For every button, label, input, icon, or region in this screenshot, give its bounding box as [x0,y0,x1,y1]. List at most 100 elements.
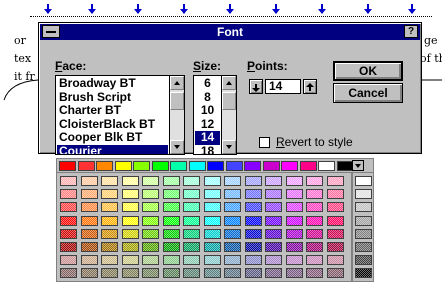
color-swatch[interactable] [96,161,113,171]
color-swatch[interactable] [60,255,77,266]
color-swatch[interactable] [203,255,221,266]
color-swatch[interactable] [101,176,118,186]
color-swatch[interactable] [244,242,262,252]
color-swatch[interactable] [207,161,224,171]
color-swatch[interactable] [306,176,323,186]
color-swatch[interactable] [265,228,282,239]
color-swatch[interactable] [326,268,344,279]
color-swatch[interactable] [306,228,323,239]
color-swatch[interactable] [224,215,241,226]
gray-swatch[interactable] [355,268,372,279]
color-swatch[interactable] [203,176,221,186]
face-list-item[interactable]: CloisterBlack BT [57,117,168,132]
color-swatch[interactable] [121,242,139,252]
color-swatch[interactable] [326,228,344,239]
color-swatch[interactable] [60,202,77,213]
color-swatch[interactable] [326,202,344,213]
color-swatch[interactable] [101,268,118,279]
help-button[interactable]: ? [404,25,418,38]
color-swatch[interactable] [142,202,159,213]
size-list-item[interactable]: 12 [195,117,220,132]
color-swatch[interactable] [285,176,303,186]
color-swatch[interactable] [285,255,303,266]
scroll-down-button[interactable] [170,140,184,154]
size-list-item[interactable]: 14 [195,130,220,145]
color-swatch[interactable] [183,202,200,213]
color-swatch[interactable] [285,268,303,279]
color-swatch[interactable] [244,215,262,226]
color-swatch[interactable] [60,189,77,200]
color-swatch[interactable] [225,161,243,171]
color-swatch[interactable] [183,228,200,239]
color-swatch[interactable] [183,255,200,266]
color-swatch[interactable] [142,215,159,226]
color-swatch[interactable] [265,255,282,266]
color-swatch[interactable] [101,215,118,226]
color-swatch[interactable] [80,215,98,226]
scroll-thumb[interactable] [170,92,184,110]
color-swatch[interactable] [203,215,221,226]
color-swatch[interactable] [60,176,77,186]
face-list-item[interactable]: Courier [57,144,168,154]
color-swatch[interactable] [183,176,200,186]
gray-swatch[interactable] [355,176,372,186]
color-swatch[interactable] [299,161,317,171]
gray-swatch[interactable] [355,228,372,239]
color-swatch[interactable] [142,176,159,186]
color-swatch[interactable] [77,161,95,171]
color-swatch[interactable] [244,202,262,213]
color-swatch[interactable] [101,202,118,213]
color-swatch[interactable] [60,268,77,279]
color-swatch[interactable] [101,228,118,239]
color-swatch[interactable] [224,255,241,266]
scroll-thumb[interactable] [222,92,236,110]
dialog-titlebar[interactable]: Font ? [40,24,420,40]
scroll-up-button[interactable] [170,76,184,90]
color-swatch[interactable] [285,228,303,239]
color-swatch[interactable] [80,268,98,279]
color-swatch[interactable] [244,189,262,200]
color-swatch[interactable] [80,202,98,213]
color-swatch[interactable] [142,268,159,279]
face-list-item[interactable]: Broadway BT [57,76,168,91]
color-swatch[interactable] [101,189,118,200]
color-swatch[interactable] [80,228,98,239]
color-swatch[interactable] [121,202,139,213]
color-swatch[interactable] [326,255,344,266]
size-scrollbar[interactable] [221,76,236,154]
face-list-item[interactable]: Cooper Blk BT [57,130,168,145]
tab-stop-marker[interactable] [318,4,326,14]
ok-button[interactable]: OK [333,61,403,81]
face-scrollbar[interactable] [169,76,184,154]
color-swatch[interactable] [80,176,98,186]
color-swatch[interactable] [162,255,180,266]
face-list-item[interactable]: Charter BT [57,103,168,118]
color-swatch[interactable] [121,268,139,279]
tab-stop-marker[interactable] [408,4,416,14]
color-swatch[interactable] [265,268,282,279]
color-swatch[interactable] [142,242,159,252]
color-swatch[interactable] [244,255,262,266]
color-swatch[interactable] [224,176,241,186]
color-swatch[interactable] [133,161,150,171]
color-swatch[interactable] [262,161,280,171]
color-swatch[interactable] [281,161,298,171]
color-swatch[interactable] [162,202,180,213]
color-swatch[interactable] [244,228,262,239]
color-swatch[interactable] [326,215,344,226]
color-swatch[interactable] [60,215,77,226]
gray-swatch[interactable] [355,255,372,266]
color-swatch[interactable] [101,255,118,266]
color-swatch[interactable] [80,189,98,200]
tab-stop-marker[interactable] [364,4,372,14]
size-list-item[interactable]: 8 [195,90,220,105]
face-listbox[interactable]: Broadway BT Brush Script Charter BT Cloiste… [55,75,185,155]
size-listbox[interactable]: 6 8 10 12 14 18 [193,75,237,155]
color-swatch[interactable] [285,242,303,252]
color-swatch[interactable] [306,189,323,200]
color-swatch[interactable] [265,202,282,213]
revert-to-style-label[interactable]: Revert to style [276,135,353,149]
color-swatch[interactable] [244,176,262,186]
color-swatch[interactable] [170,161,187,171]
gray-swatch[interactable] [355,202,372,213]
